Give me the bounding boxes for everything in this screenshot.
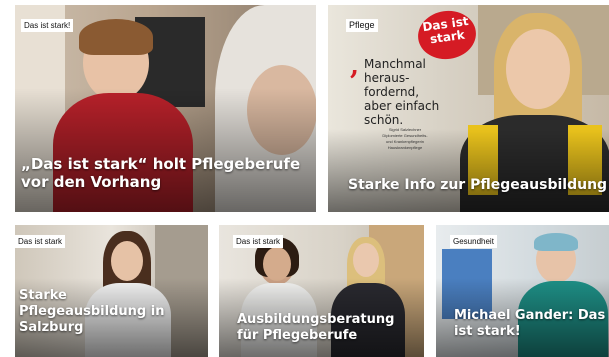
category-tag: Das ist stark [233, 235, 284, 248]
category-tag: Pflege [346, 19, 378, 32]
quote-text: Manchmal heraus- fordernd, aber einfach … [364, 57, 440, 127]
card-title[interactable]: „Das ist stark“ holt Pflegeberufe vor de… [21, 155, 311, 191]
news-card-pflegeberufe[interactable]: Das ist stark! „Das ist stark“ holt Pfle… [15, 5, 316, 212]
category-tag: Gesundheit [450, 235, 497, 248]
category-tag: Das ist stark [15, 235, 66, 248]
news-card-michael-gander[interactable]: Gesundheit Michael Gander: Das ist stark… [436, 225, 609, 357]
card-title[interactable]: Ausbildungsberatung für Pflegeberufe [237, 312, 422, 344]
news-card-pflegeausbildung-salzburg[interactable]: Das ist stark Starke Pflegeausbildung in… [15, 225, 208, 357]
news-card-pflegeausbildung-info[interactable]: Pflege Das ist stark , Manchmal heraus- … [328, 5, 609, 212]
category-tag: Das ist stark! [21, 19, 74, 32]
card-title[interactable]: Starke Pflegeausbildung in Salzburg [19, 288, 204, 336]
news-card-ausbildungsberatung[interactable]: Das ist stark Ausbildungsberatung für Pf… [219, 225, 424, 357]
badge-text: Das ist stark [421, 13, 470, 47]
quote-author: Sigrid Salzlechner Diplomierte Gesundhei… [382, 127, 428, 150]
card-title[interactable]: Starke Info zur Pflegeausbildung [348, 177, 608, 194]
quote-mark: , [350, 51, 360, 81]
card-title[interactable]: Michael Gander: Das ist stark! [454, 308, 609, 340]
card-gradient-overlay [15, 87, 316, 212]
